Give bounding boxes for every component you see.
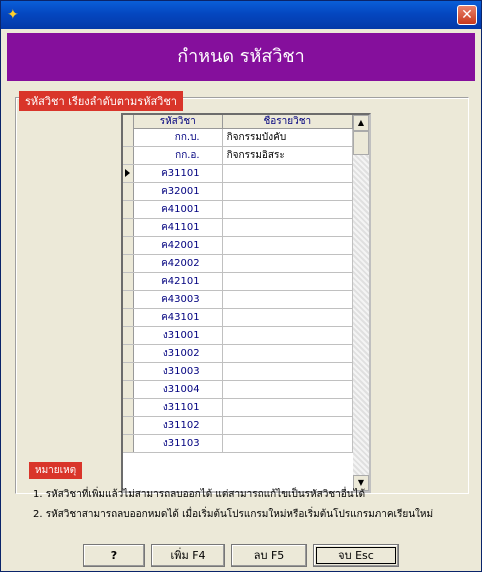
- row-selector[interactable]: [123, 363, 134, 380]
- close-icon[interactable]: ✕: [457, 5, 477, 25]
- course-name-cell[interactable]: [223, 399, 353, 416]
- course-name-cell[interactable]: [223, 417, 353, 434]
- table-row[interactable]: ค42001: [123, 237, 353, 255]
- course-code-cell[interactable]: ค42101: [134, 273, 223, 290]
- row-selector-header: [123, 115, 134, 129]
- course-name-cell[interactable]: [223, 381, 353, 398]
- course-name-cell[interactable]: [223, 435, 353, 452]
- course-name-cell[interactable]: [223, 219, 353, 236]
- row-selector[interactable]: [123, 201, 134, 218]
- row-selector[interactable]: [123, 417, 134, 434]
- table-row[interactable]: ค41001: [123, 201, 353, 219]
- table-row[interactable]: ง31003: [123, 363, 353, 381]
- table-row[interactable]: กก.บ. กิจกรรมบังคับ: [123, 129, 353, 147]
- course-code-cell[interactable]: ค42001: [134, 237, 223, 254]
- course-grid[interactable]: รหัสวิชา ชื่อรายวิชา กก.บ. กิจกรรมบังคับก…: [121, 113, 371, 493]
- table-row[interactable]: ง31102: [123, 417, 353, 435]
- course-code-cell[interactable]: กก.อ.: [134, 147, 223, 164]
- course-name-cell[interactable]: [223, 273, 353, 290]
- app-icon: ✦: [7, 7, 19, 23]
- page-title: กำหนด รหัสวิชา: [7, 33, 475, 81]
- row-selector[interactable]: [123, 399, 134, 416]
- help-button[interactable]: ?: [83, 544, 145, 567]
- course-code-cell[interactable]: ค43101: [134, 309, 223, 326]
- scroll-up-icon[interactable]: ▲: [353, 115, 369, 131]
- course-name-cell[interactable]: [223, 291, 353, 308]
- row-selector[interactable]: [123, 219, 134, 236]
- table-row[interactable]: กก.อ. กิจกรรมอิสระ: [123, 147, 353, 165]
- course-name-cell[interactable]: [223, 345, 353, 362]
- add-button[interactable]: เพิ่ม F4: [151, 544, 225, 567]
- row-selector[interactable]: [123, 183, 134, 200]
- course-code-cell[interactable]: ค42002: [134, 255, 223, 272]
- row-selector[interactable]: [123, 255, 134, 272]
- course-code-cell[interactable]: ง31003: [134, 363, 223, 380]
- course-code-cell[interactable]: ง31001: [134, 327, 223, 344]
- course-code-cell[interactable]: ค41101: [134, 219, 223, 236]
- title-bar[interactable]: ✦ ✕: [1, 1, 481, 29]
- note-line-1: 1. รหัสวิชาที่เพิ่มแล้วไม่สามารถลบออกได้…: [33, 489, 366, 500]
- row-selector[interactable]: [123, 309, 134, 326]
- scroll-thumb[interactable]: [353, 131, 369, 155]
- course-code-cell[interactable]: ค41001: [134, 201, 223, 218]
- course-name-cell[interactable]: [223, 309, 353, 326]
- course-name-cell[interactable]: กิจกรรมบังคับ: [223, 129, 353, 146]
- course-name-cell[interactable]: [223, 327, 353, 344]
- table-row[interactable]: ค42002: [123, 255, 353, 273]
- note-line-2: 2. รหัสวิชาสามารถลบออกหมดได้ เมื่อเริ่มต…: [33, 509, 434, 520]
- row-selector[interactable]: [123, 291, 134, 308]
- row-selector[interactable]: [123, 165, 134, 182]
- course-code-cell[interactable]: ง31004: [134, 381, 223, 398]
- row-selector[interactable]: [123, 435, 134, 452]
- table-row[interactable]: ค43003: [123, 291, 353, 309]
- course-name-cell[interactable]: [223, 201, 353, 218]
- course-name-cell[interactable]: [223, 363, 353, 380]
- course-name-cell[interactable]: [223, 237, 353, 254]
- course-name-cell[interactable]: กิจกรรมอิสระ: [223, 147, 353, 164]
- table-row[interactable]: ง31103: [123, 435, 353, 453]
- course-name-cell[interactable]: [223, 165, 353, 182]
- table-row[interactable]: ค43101: [123, 309, 353, 327]
- delete-button[interactable]: ลบ F5: [231, 544, 307, 567]
- course-code-cell[interactable]: ง31101: [134, 399, 223, 416]
- grid-rows: กก.บ. กิจกรรมบังคับ กก.อ. กิจกรรมอิสระ ค3110…: [123, 129, 353, 453]
- exit-button[interactable]: จบ Esc: [313, 544, 399, 567]
- vertical-scrollbar[interactable]: ▲ ▼: [353, 115, 369, 491]
- course-code-cell[interactable]: ค31101: [134, 165, 223, 182]
- grid-header: รหัสวิชา ชื่อรายวิชา: [123, 115, 353, 129]
- table-row[interactable]: ง31101: [123, 399, 353, 417]
- course-code-cell[interactable]: กก.บ.: [134, 129, 223, 146]
- table-row[interactable]: ง31004: [123, 381, 353, 399]
- client-area: กำหนด รหัสวิชา รหัสวิชา เรียงลำดับตามรหั…: [5, 33, 477, 567]
- table-row[interactable]: ค32001: [123, 183, 353, 201]
- table-row[interactable]: ค41101: [123, 219, 353, 237]
- row-selector[interactable]: [123, 273, 134, 290]
- course-code-cell[interactable]: ง31103: [134, 435, 223, 452]
- row-selector[interactable]: [123, 345, 134, 362]
- column-header-name[interactable]: ชื่อรายวิชา: [222, 115, 353, 129]
- column-header-code[interactable]: รหัสวิชา: [133, 115, 223, 129]
- table-row[interactable]: ค42101: [123, 273, 353, 291]
- row-selector[interactable]: [123, 237, 134, 254]
- table-row[interactable]: ง31001: [123, 327, 353, 345]
- course-code-cell[interactable]: ง31002: [134, 345, 223, 362]
- course-name-cell[interactable]: [223, 255, 353, 272]
- notes-label: หมายเหตุ: [29, 462, 83, 479]
- course-name-cell[interactable]: [223, 183, 353, 200]
- dialog-window: ✦ ✕ กำหนด รหัสวิชา รหัสวิชา เรียงลำดับตา…: [0, 0, 482, 572]
- course-code-cell[interactable]: ค32001: [134, 183, 223, 200]
- table-row[interactable]: ค31101: [123, 165, 353, 183]
- row-selector[interactable]: [123, 381, 134, 398]
- course-code-cell[interactable]: ค43003: [134, 291, 223, 308]
- group-label: รหัสวิชา เรียงลำดับตามรหัสวิชา: [19, 91, 183, 111]
- course-code-cell[interactable]: ง31102: [134, 417, 223, 434]
- table-row[interactable]: ง31002: [123, 345, 353, 363]
- row-selector[interactable]: [123, 147, 134, 164]
- row-selector[interactable]: [123, 327, 134, 344]
- row-selector[interactable]: [123, 129, 134, 146]
